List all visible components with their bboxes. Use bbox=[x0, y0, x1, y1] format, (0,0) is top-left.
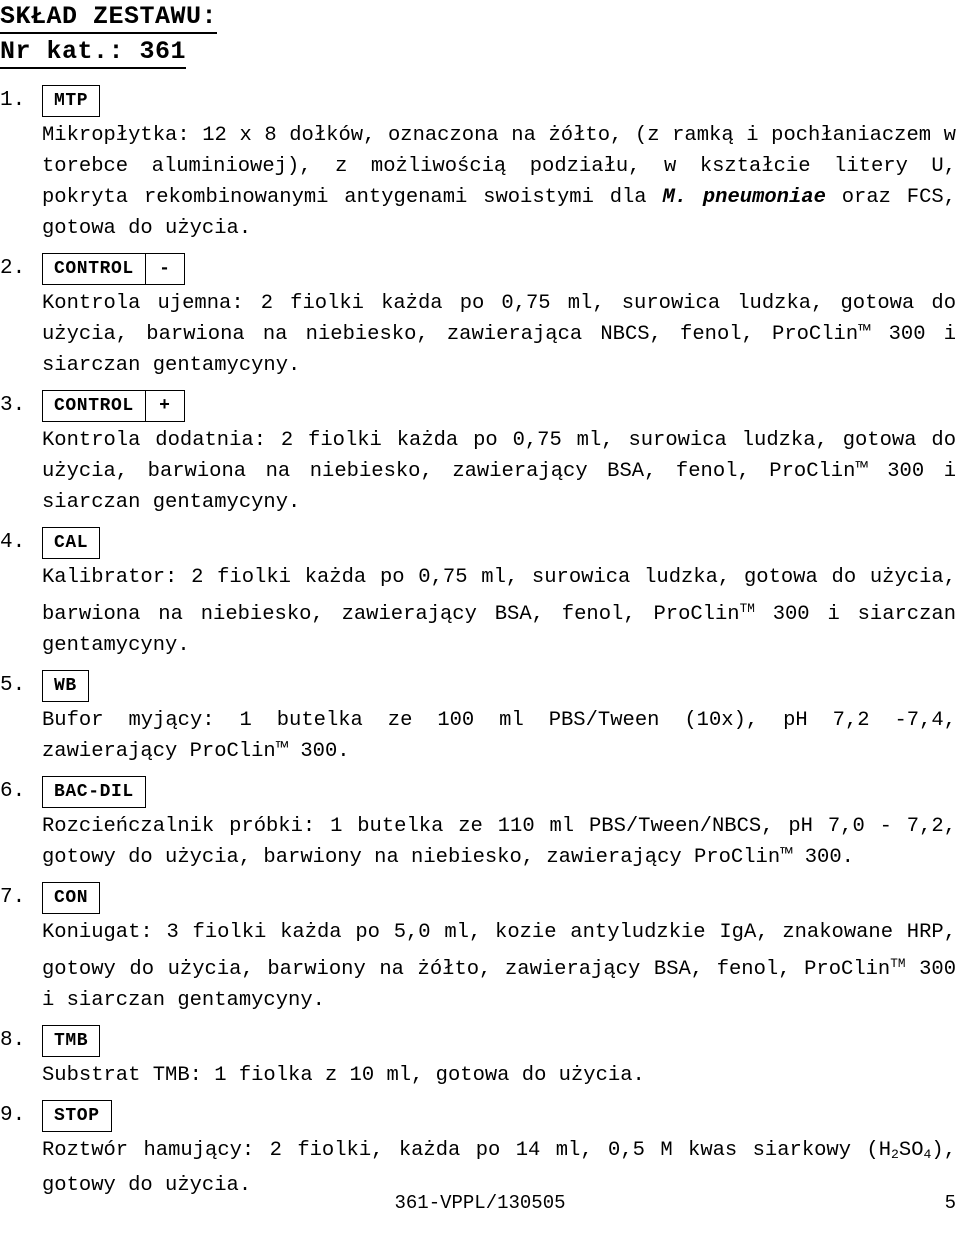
component-tag-label: WB bbox=[54, 675, 77, 696]
formula-sulfate: SO bbox=[898, 1138, 924, 1162]
page-title: SKŁAD ZESTAWU: bbox=[0, 2, 218, 34]
heading-row-title: SKŁAD ZESTAWU: bbox=[0, 2, 960, 34]
component-tag-box: STOP bbox=[42, 1099, 112, 1132]
component-tag-box: CONTROL - bbox=[42, 253, 185, 285]
component-tag-label: CONTROL bbox=[54, 259, 134, 279]
item-number: 7. bbox=[0, 885, 26, 909]
list-item: 7. CON Koniugat: 3 fiolki każda po 5,0 m… bbox=[0, 881, 960, 1016]
list-item: 5. WB Bufor myjący: 1 butelka ze 100 ml … bbox=[0, 669, 960, 767]
item-tag-row: TMB bbox=[42, 1024, 960, 1059]
item-description: Koniugat: 3 fiolki każda po 5,0 ml, kozi… bbox=[42, 917, 960, 1016]
item-tag-row: CAL bbox=[42, 527, 960, 561]
list-item: 2. CONTROL - Kontrola ujemna: 2 fiolki k… bbox=[0, 253, 960, 381]
component-tag-label: TMB bbox=[54, 1030, 89, 1051]
trademark-superscript: TM bbox=[739, 601, 755, 616]
list-item: 4. CAL Kalibrator: 2 fiolki każda po 0,7… bbox=[0, 527, 960, 661]
component-tag-box: MTP bbox=[42, 85, 101, 117]
component-tag-box: WB bbox=[42, 669, 89, 702]
item-number: 8. bbox=[0, 1028, 26, 1052]
component-tag-box: CAL bbox=[42, 527, 101, 559]
component-tag-sign: - bbox=[144, 254, 184, 284]
item-number: 5. bbox=[0, 673, 26, 697]
item-description-text: Koniugat: 3 fiolki każda po 5,0 ml, kozi… bbox=[42, 920, 956, 981]
heading-row-catalog: Nr kat.: 361 bbox=[0, 37, 960, 69]
footer-reference: 361-VPPL/130505 bbox=[394, 1192, 566, 1214]
item-description: Kontrola dodatnia: 2 fiolki każda po 0,7… bbox=[42, 429, 956, 514]
component-tag-label: CONTROL bbox=[54, 396, 134, 416]
item-description: Substrat TMB: 1 fiolka z 10 ml, gotowa d… bbox=[42, 1063, 645, 1087]
catalog-number: Nr kat.: 361 bbox=[0, 37, 187, 69]
list-item: 1. MTP Mikropłytka: 12 x 8 dołków, oznac… bbox=[0, 85, 960, 244]
item-description-text: Roztwór hamujący: 2 fiolki, każda po 14 … bbox=[42, 1138, 892, 1162]
item-description: Mikropłytka: 12 x 8 dołków, oznaczona na… bbox=[42, 120, 960, 244]
item-number: 1. bbox=[0, 89, 26, 112]
item-tag-row: BAC-DIL bbox=[42, 775, 960, 810]
list-item: 8. TMB Substrat TMB: 1 fiolka z 10 ml, g… bbox=[0, 1024, 960, 1091]
document-page: SKŁAD ZESTAWU: Nr kat.: 361 1. MTP Mikro… bbox=[0, 0, 960, 1234]
item-description: Kalibrator: 2 fiolki każda po 0,75 ml, s… bbox=[42, 562, 960, 661]
item-tag-row: CON bbox=[42, 881, 960, 916]
item-description: Bufor myjący: 1 butelka ze 100 ml PBS/Tw… bbox=[42, 708, 956, 763]
component-tag-box: CONTROL + bbox=[42, 390, 185, 422]
component-tag-label: STOP bbox=[54, 1105, 100, 1126]
item-description: Kontrola ujemna: 2 fiolki każda po 0,75 … bbox=[42, 292, 956, 377]
component-tag-box: TMB bbox=[42, 1024, 101, 1057]
component-tag-sign: + bbox=[144, 391, 184, 421]
item-number: 2. bbox=[0, 257, 26, 280]
item-tag-row: STOP bbox=[42, 1099, 960, 1134]
item-tag-row: WB bbox=[42, 669, 960, 704]
component-tag-label: CAL bbox=[54, 533, 89, 553]
component-tag-box: CON bbox=[42, 881, 101, 914]
document-heading: SKŁAD ZESTAWU: Nr kat.: 361 bbox=[0, 0, 960, 69]
component-tag-label: MTP bbox=[54, 91, 89, 111]
item-description: Rozcieńczalnik próbki: 1 butelka ze 110 … bbox=[42, 814, 956, 869]
component-tag-label: BAC-DIL bbox=[54, 781, 134, 802]
item-number: 3. bbox=[0, 394, 26, 417]
component-tag-label: CON bbox=[54, 887, 89, 908]
item-number: 6. bbox=[0, 779, 26, 803]
item-tag-row: CONTROL + bbox=[42, 390, 960, 424]
list-item: 9. STOP Roztwór hamujący: 2 fiolki, każd… bbox=[0, 1099, 960, 1201]
item-number: 9. bbox=[0, 1103, 26, 1127]
list-item: 3. CONTROL + Kontrola dodatnia: 2 fiolki… bbox=[0, 390, 960, 518]
list-item: 6. BAC-DIL Rozcieńczalnik próbki: 1 bute… bbox=[0, 775, 960, 873]
footer-page-number: 5 bbox=[944, 1192, 956, 1214]
item-tag-row: CONTROL - bbox=[42, 253, 960, 287]
formula-subscript-hydrogen: 2 bbox=[891, 1146, 899, 1162]
species-name: M. pneumoniae bbox=[662, 186, 826, 209]
item-tag-row: MTP bbox=[42, 85, 960, 119]
item-number: 4. bbox=[0, 531, 26, 554]
component-tag-box: BAC-DIL bbox=[42, 775, 146, 808]
trademark-superscript: TM bbox=[890, 955, 906, 971]
page-footer: 361-VPPL/130505 5 bbox=[0, 1188, 960, 1218]
